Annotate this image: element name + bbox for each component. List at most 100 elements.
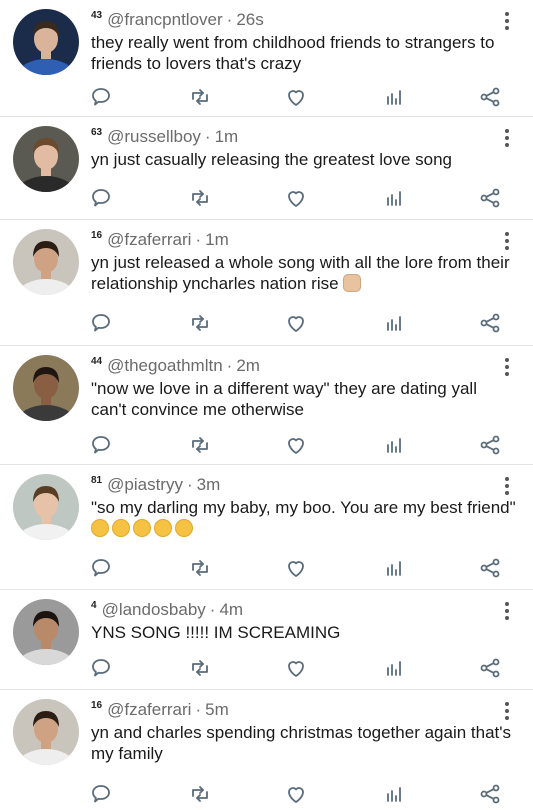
repost-icon[interactable] bbox=[188, 311, 212, 335]
post-text: "so my darling my baby, my boo. You are … bbox=[91, 497, 516, 539]
stats-icon[interactable] bbox=[382, 311, 406, 335]
post[interactable]: 16 @fzaferrari · 1m yn just released a whol… bbox=[0, 220, 533, 346]
reply-icon[interactable] bbox=[89, 186, 113, 210]
stats-icon[interactable] bbox=[382, 186, 406, 210]
post-text-content: yn just casually releasing the greatest … bbox=[91, 150, 452, 169]
pleading-emoji bbox=[175, 519, 193, 537]
avatar[interactable] bbox=[13, 355, 79, 421]
like-icon[interactable] bbox=[284, 186, 308, 210]
username-link[interactable]: @thegoathmltn bbox=[107, 356, 223, 375]
timestamp: 5m bbox=[205, 700, 229, 719]
share-icon[interactable] bbox=[478, 782, 502, 806]
more-options-icon[interactable] bbox=[504, 358, 510, 378]
avatar[interactable] bbox=[13, 229, 79, 295]
post-text-content: YNS SONG !!!!! IM SCREAMING bbox=[91, 623, 341, 642]
like-icon[interactable] bbox=[284, 656, 308, 680]
level-badge: 4 bbox=[91, 600, 97, 612]
avatar[interactable] bbox=[13, 9, 79, 75]
post-text-content: "now we love in a different way" they ar… bbox=[91, 379, 477, 419]
stats-icon[interactable] bbox=[382, 85, 406, 109]
username-link[interactable]: @francpntlover bbox=[107, 10, 223, 29]
repost-icon[interactable] bbox=[188, 656, 212, 680]
stats-icon[interactable] bbox=[382, 556, 406, 580]
share-icon[interactable] bbox=[478, 85, 502, 109]
username-link[interactable]: @fzaferrari bbox=[107, 700, 191, 719]
level-badge: 44 bbox=[91, 356, 103, 368]
share-icon[interactable] bbox=[478, 186, 502, 210]
like-icon[interactable] bbox=[284, 311, 308, 335]
action-bar bbox=[0, 85, 533, 109]
post[interactable]: 16 @fzaferrari · 5m yn and charles spending… bbox=[0, 690, 533, 810]
username-link[interactable]: @piastryy bbox=[107, 475, 183, 494]
post[interactable]: 63 @russellboy · 1m yn just casually releas… bbox=[0, 117, 533, 220]
separator-dot: · bbox=[209, 600, 216, 619]
repost-icon[interactable] bbox=[188, 556, 212, 580]
reply-icon[interactable] bbox=[89, 433, 113, 457]
reply-icon[interactable] bbox=[89, 311, 113, 335]
action-bar bbox=[0, 311, 533, 335]
post[interactable]: 43 @francpntlover · 26s they really went fr… bbox=[0, 0, 533, 117]
reply-icon[interactable] bbox=[89, 656, 113, 680]
post-text: "now we love in a different way" they ar… bbox=[91, 378, 516, 420]
post-header: 4 @landosbaby · 4m bbox=[91, 600, 243, 620]
separator-dot: · bbox=[195, 700, 202, 719]
more-options-icon[interactable] bbox=[504, 232, 510, 252]
avatar[interactable] bbox=[13, 126, 79, 192]
post[interactable]: 44 @thegoathmltn · 2m "now we love in a dif… bbox=[0, 346, 533, 465]
more-options-icon[interactable] bbox=[504, 12, 510, 32]
separator-dot: · bbox=[226, 10, 233, 29]
like-icon[interactable] bbox=[284, 85, 308, 109]
like-icon[interactable] bbox=[284, 433, 308, 457]
post-text: YNS SONG !!!!! IM SCREAMING bbox=[91, 622, 516, 643]
like-icon[interactable] bbox=[284, 556, 308, 580]
reply-icon[interactable] bbox=[89, 85, 113, 109]
stats-icon[interactable] bbox=[382, 656, 406, 680]
share-icon[interactable] bbox=[478, 433, 502, 457]
username-link[interactable]: @russellboy bbox=[107, 127, 201, 146]
more-options-icon[interactable] bbox=[504, 602, 510, 622]
repost-icon[interactable] bbox=[188, 433, 212, 457]
repost-icon[interactable] bbox=[188, 85, 212, 109]
timestamp: 3m bbox=[196, 475, 221, 494]
post-header: 16 @fzaferrari · 1m bbox=[91, 230, 229, 250]
reply-icon[interactable] bbox=[89, 782, 113, 806]
more-options-icon[interactable] bbox=[504, 129, 510, 149]
separator-dot: · bbox=[186, 475, 193, 494]
post-header: 16 @fzaferrari · 5m bbox=[91, 700, 229, 720]
more-options-icon[interactable] bbox=[504, 477, 510, 497]
share-icon[interactable] bbox=[478, 556, 502, 580]
pleading-emoji bbox=[91, 519, 109, 537]
separator-dot: · bbox=[204, 127, 211, 146]
post-text-content: "so my darling my baby, my boo. You are … bbox=[91, 498, 516, 517]
post[interactable]: 81 @piastryy · 3m "so my darling my baby, m… bbox=[0, 465, 533, 590]
more-options-icon[interactable] bbox=[504, 702, 510, 722]
avatar[interactable] bbox=[13, 474, 79, 540]
timestamp: 1m bbox=[205, 230, 229, 249]
action-bar bbox=[0, 656, 533, 680]
reply-icon[interactable] bbox=[89, 556, 113, 580]
repost-icon[interactable] bbox=[188, 186, 212, 210]
pleading-emoji bbox=[112, 519, 130, 537]
post-text: yn just casually releasing the greatest … bbox=[91, 149, 516, 170]
username-link[interactable]: @landosbaby bbox=[102, 600, 206, 619]
action-bar bbox=[0, 556, 533, 580]
stats-icon[interactable] bbox=[382, 433, 406, 457]
level-badge: 16 bbox=[91, 230, 103, 242]
share-icon[interactable] bbox=[478, 656, 502, 680]
share-icon[interactable] bbox=[478, 311, 502, 335]
stats-icon[interactable] bbox=[382, 782, 406, 806]
post-header: 43 @francpntlover · 26s bbox=[91, 10, 264, 30]
post-text: yn and charles spending christmas togeth… bbox=[91, 722, 516, 764]
pleading-emoji bbox=[154, 519, 172, 537]
emoji-group bbox=[91, 519, 196, 538]
post[interactable]: 4 @landosbaby · 4m YNS SONG !!!!! IM SCREAM… bbox=[0, 590, 533, 690]
repost-icon[interactable] bbox=[188, 782, 212, 806]
action-bar bbox=[0, 433, 533, 457]
action-bar bbox=[0, 186, 533, 210]
level-badge: 43 bbox=[91, 10, 103, 22]
avatar[interactable] bbox=[13, 699, 79, 765]
like-icon[interactable] bbox=[284, 782, 308, 806]
level-badge: 63 bbox=[91, 127, 103, 139]
username-link[interactable]: @fzaferrari bbox=[107, 230, 191, 249]
timestamp: 1m bbox=[214, 127, 239, 146]
